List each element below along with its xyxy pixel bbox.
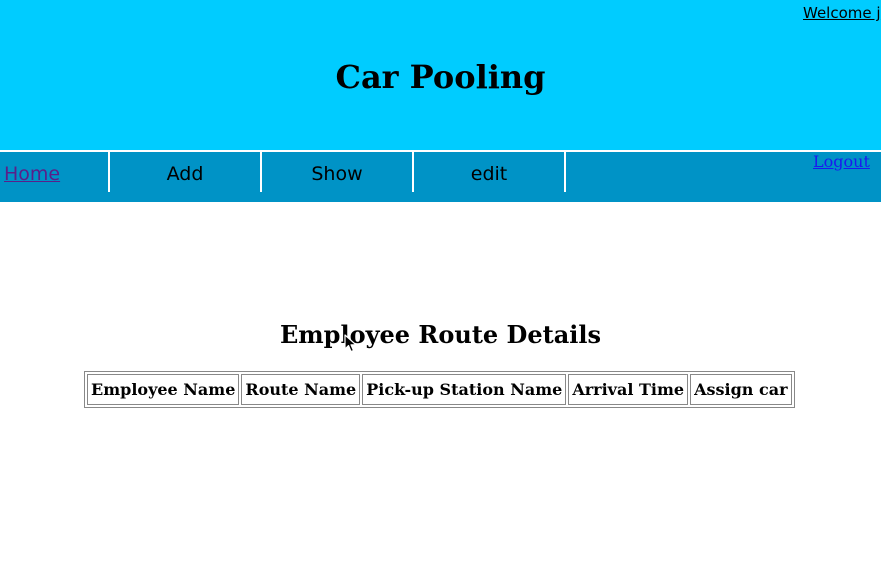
mouse-pointer-icon (344, 334, 357, 353)
page-header: Welcome j Car Pooling (0, 0, 881, 150)
column-header-pickup-station-name: Pick-up Station Name (362, 374, 567, 405)
nav-item-show[interactable]: Show (262, 152, 414, 192)
nav-item-edit[interactable]: edit (414, 152, 566, 192)
nav-item-home[interactable]: Home (0, 152, 110, 192)
nav-item-show-label: Show (311, 163, 363, 185)
home-link[interactable]: Home (4, 163, 60, 185)
column-header-arrival-time: Arrival Time (568, 374, 689, 405)
nav-bar: Home Add Show edit Logout (0, 150, 881, 202)
column-header-route-name: Route Name (241, 374, 361, 405)
nav-item-add[interactable]: Add (110, 152, 262, 192)
logout-link[interactable]: Logout (813, 152, 870, 171)
column-header-employee-name: Employee Name (87, 374, 240, 405)
site-title: Car Pooling (335, 58, 546, 96)
table-header-row: Employee Name Route Name Pick-up Station… (87, 374, 792, 405)
page-heading: Employee Route Details (279, 320, 601, 349)
column-header-assign-car: Assign car (690, 374, 792, 405)
nav-item-edit-label: edit (470, 163, 508, 185)
nav-item-add-label: Add (166, 163, 204, 185)
welcome-message: Welcome j (803, 4, 881, 22)
employee-route-table: Employee Name Route Name Pick-up Station… (84, 371, 795, 408)
